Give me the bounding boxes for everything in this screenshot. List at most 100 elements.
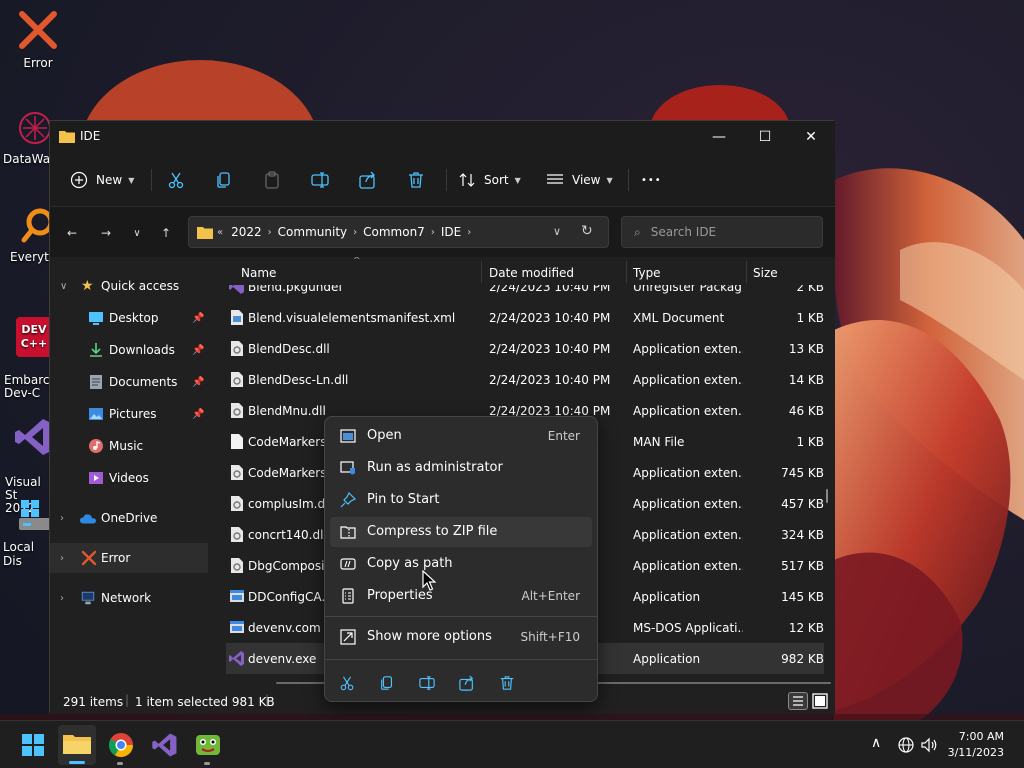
volume-icon[interactable] (920, 737, 938, 753)
address-bar[interactable]: « 2022 › Community › Common7 › IDE › ∨ ↻ (188, 216, 609, 248)
breadcrumb-2022[interactable]: 2022 (231, 225, 262, 239)
menu-item-open[interactable]: Open Enter (330, 421, 592, 451)
file-name: complusIm.dll (248, 497, 324, 511)
breadcrumb-common7[interactable]: Common7 (363, 225, 425, 239)
app-frog-icon[interactable] (194, 731, 222, 759)
chevron-down-icon[interactable]: ∨ (60, 281, 67, 292)
sidebar-item-network[interactable]: › Network (50, 583, 208, 613)
copy-button[interactable] (215, 167, 233, 193)
chevron-down-icon: ▼ (606, 175, 613, 185)
context-cut-button[interactable] (335, 671, 359, 695)
cut-button[interactable] (167, 167, 185, 193)
chevron-right-icon[interactable]: › (60, 513, 64, 524)
overflow-icon[interactable]: « (217, 227, 223, 238)
sidebar-item-quick-access[interactable]: ∨ ★ Quick access (50, 271, 208, 301)
sidebar-item-label: Desktop (109, 311, 159, 325)
tiles-view-button[interactable] (811, 692, 829, 710)
menu-item-run-as-administrator[interactable]: Run as administrator (330, 453, 592, 483)
sidebar-item-music[interactable]: Music (50, 431, 208, 461)
tray-overflow-icon[interactable]: ∧ (871, 735, 881, 751)
table-row[interactable]: BlendDesc.dll 2/24/2023 10:40 PM Applica… (226, 333, 824, 364)
start-windows-icon[interactable] (19, 731, 47, 759)
context-copy-button[interactable] (375, 671, 399, 695)
desktop-icon-local-disk[interactable]: Local Dis (0, 496, 53, 568)
column-divider[interactable] (626, 261, 627, 283)
sidebar-item-error[interactable]: › Error (50, 543, 208, 573)
file-name: BlendDesc.dll (248, 342, 330, 356)
sidebar-item-videos[interactable]: Videos (50, 463, 208, 493)
application-file-icon (230, 590, 244, 602)
back-button[interactable]: ← (60, 221, 84, 245)
menu-item-copy-as-path[interactable]: Copy as path (330, 549, 592, 579)
search-input[interactable]: ⌕ Search IDE (621, 216, 823, 248)
more-options-button[interactable]: ••• (641, 167, 662, 193)
menu-item-compress-to-zip[interactable]: Compress to ZIP file (330, 517, 592, 547)
menu-item-label: Run as administrator (367, 460, 503, 475)
status-divider: | (125, 693, 130, 707)
up-button[interactable]: ↑ (154, 221, 178, 245)
minimize-button[interactable]: — (696, 121, 742, 153)
network-icon (81, 591, 95, 605)
desktop-icon-devcpp[interactable]: DEV C++ Embarca Dev-C (0, 304, 57, 400)
menu-item-show-more-options[interactable]: Show more options Shift+F10 (330, 622, 592, 652)
rename-icon (311, 172, 329, 188)
breadcrumb-ide[interactable]: IDE (441, 225, 461, 239)
context-menu: Open Enter Run as administrator Pin to S… (324, 416, 598, 702)
desktop-icon-datawag[interactable]: DataWag (0, 108, 58, 166)
context-delete-button[interactable] (495, 671, 519, 695)
view-button[interactable]: View ▼ (546, 167, 613, 193)
desktop-icon-error[interactable]: Error (0, 8, 76, 70)
column-date-modified[interactable]: Date modified (489, 266, 574, 280)
column-divider[interactable] (481, 261, 482, 283)
recent-locations-button[interactable]: ∨ (125, 221, 149, 245)
table-row[interactable]: Blend.visualelementsmanifest.xml 2/24/20… (226, 302, 824, 333)
column-name[interactable]: Name (241, 266, 276, 280)
title-bar[interactable]: IDE — ☐ ✕ (50, 121, 835, 153)
rename-button[interactable] (311, 167, 329, 193)
sidebar-item-desktop[interactable]: Desktop 📌 (50, 303, 208, 333)
menu-item-properties[interactable]: Properties Alt+Enter (330, 581, 592, 611)
chrome-icon[interactable] (107, 731, 135, 759)
chevron-right-icon: › (353, 226, 358, 238)
forward-button[interactable]: → (94, 221, 118, 245)
sidebar-item-pictures[interactable]: Pictures 📌 (50, 399, 208, 429)
breadcrumb-community[interactable]: Community (278, 225, 347, 239)
tiles-view-icon (812, 693, 828, 709)
desktop-icon-everything[interactable]: Everyth (0, 206, 56, 264)
chevron-right-icon[interactable]: › (60, 553, 64, 564)
file-size: 517 KB (781, 559, 824, 573)
maximize-button[interactable]: ☐ (742, 121, 788, 153)
share-button[interactable] (359, 167, 377, 193)
column-divider[interactable] (746, 261, 747, 283)
visual-studio-taskbar-icon[interactable] (151, 731, 179, 759)
context-share-button[interactable] (455, 671, 479, 695)
refresh-icon[interactable]: ↻ (581, 223, 593, 239)
sidebar-item-documents[interactable]: Documents 📌 (50, 367, 208, 397)
close-button[interactable]: ✕ (788, 121, 834, 153)
taskbar-file-explorer-button[interactable] (58, 725, 96, 765)
table-row[interactable]: BlendDesc-Ln.dll 2/24/2023 10:40 PM Appl… (226, 364, 824, 395)
chevron-right-icon: › (430, 226, 435, 238)
new-button[interactable]: New ▼ (70, 167, 134, 193)
sort-button[interactable]: Sort ▼ (458, 167, 521, 193)
chevron-right-icon[interactable]: › (60, 593, 64, 604)
file-size: 145 KB (781, 590, 824, 604)
file-size: 982 KB (781, 652, 824, 666)
system-clock[interactable]: 7:00 AM 3/11/2023 (948, 729, 1004, 761)
details-view-button[interactable] (788, 692, 808, 710)
sidebar-item-onedrive[interactable]: › OneDrive (50, 503, 208, 533)
vertical-scrollbar-thumb[interactable] (826, 489, 828, 503)
menu-item-pin-to-start[interactable]: Pin to Start (330, 485, 592, 515)
chevron-right-icon: › (467, 226, 472, 238)
sort-label: Sort (484, 173, 509, 187)
address-dropdown-icon[interactable]: ∨ (553, 225, 561, 238)
paste-button[interactable] (263, 167, 281, 193)
sort-icon (459, 173, 475, 187)
column-size[interactable]: Size (753, 266, 778, 280)
sidebar-item-downloads[interactable]: Downloads 📌 (50, 335, 208, 365)
download-icon (90, 343, 102, 357)
column-type[interactable]: Type (633, 266, 661, 280)
context-rename-button[interactable] (415, 671, 439, 695)
delete-button[interactable] (407, 167, 425, 193)
globe-icon[interactable] (898, 737, 914, 753)
